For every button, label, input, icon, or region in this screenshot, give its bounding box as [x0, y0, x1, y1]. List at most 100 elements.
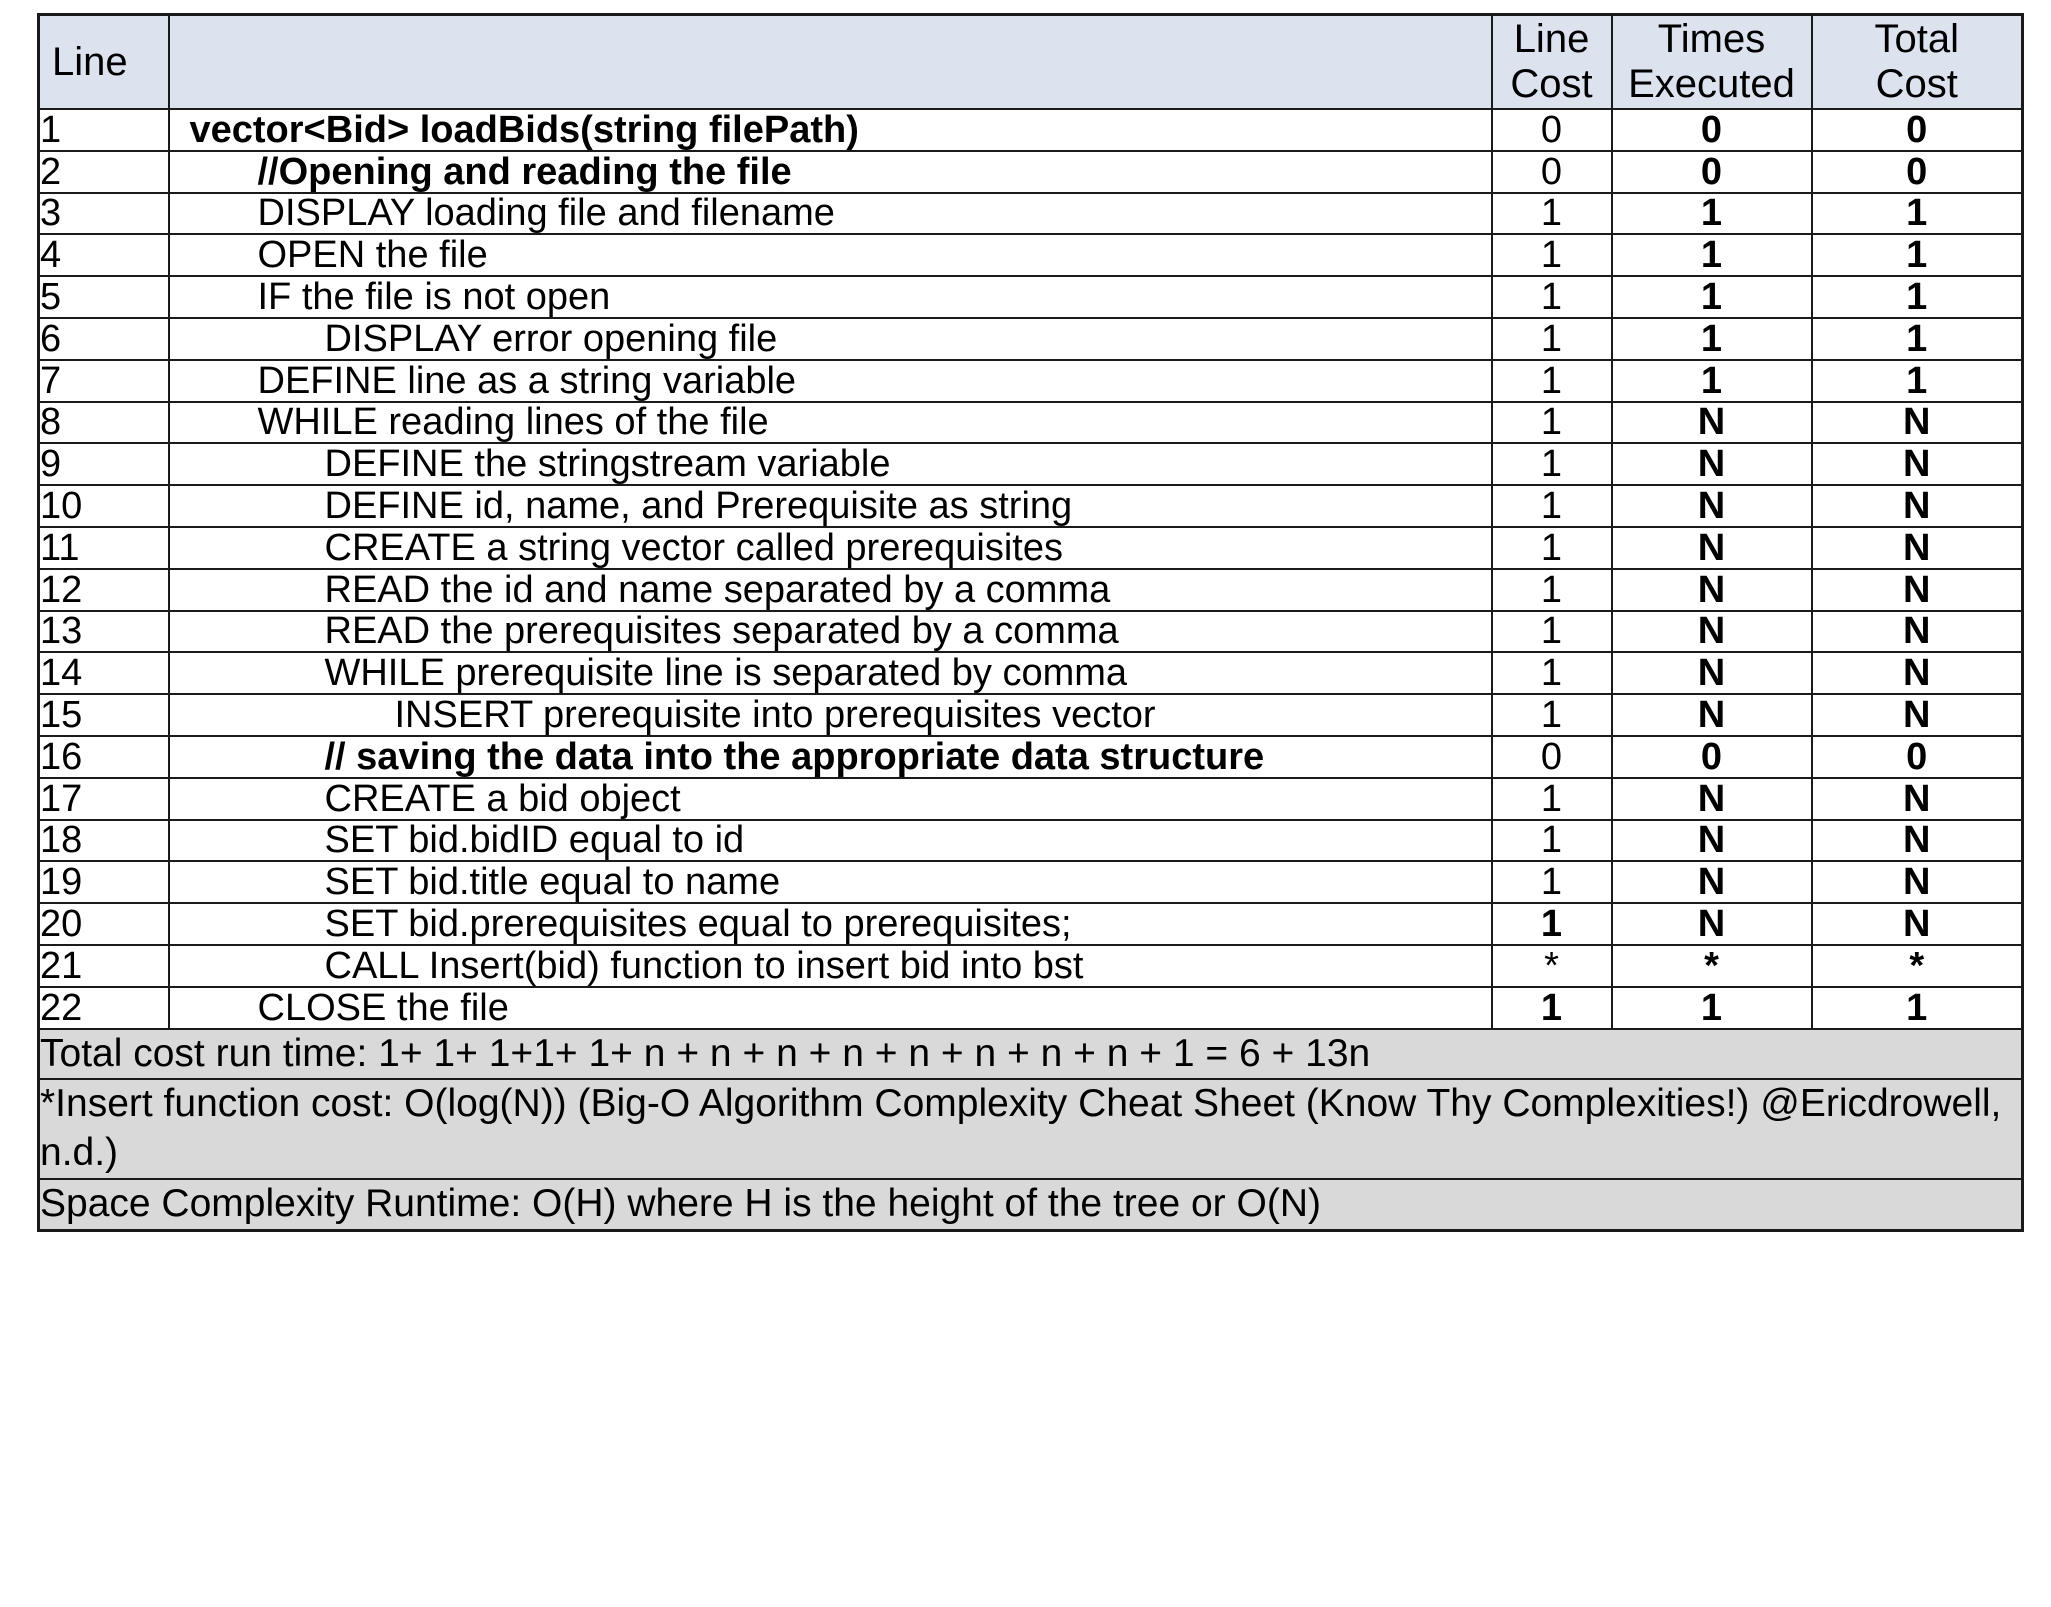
table-row: 14 WHILE prerequisite line is separated b… [37, 651, 2024, 696]
row-times-executed: 1 [1610, 985, 1813, 1030]
row-line-cost: 1 [1490, 651, 1613, 696]
row-line-number: 13 [37, 609, 170, 654]
table-row: 13 READ the prerequisites separated by a … [37, 609, 2024, 654]
row-line-number: 12 [37, 567, 170, 612]
row-line-cost: 1 [1490, 776, 1613, 821]
row-line-number: 6 [37, 316, 170, 361]
row-line-number: 19 [37, 860, 170, 905]
table-row: 19 SET bid.title equal to name 1 N N [37, 860, 2024, 905]
row-line-number: 22 [37, 985, 170, 1030]
row-pseudocode: READ the prerequisites separated by a co… [167, 609, 1493, 654]
row-times-executed: N [1610, 693, 1813, 737]
row-pseudocode: SET bid.prerequisites equal to prerequis… [167, 902, 1493, 946]
row-pseudocode-text: DEFINE id, name, and Prerequisite as str… [324, 485, 1073, 528]
row-times-executed: N [1610, 651, 1813, 696]
table-row: 16 // saving the data into the appropriat… [37, 734, 2024, 779]
row-total-cost: N [1810, 860, 2024, 905]
table-row: 22 CLOSE the file 1 1 1 [37, 985, 2024, 1030]
table-row: 5 IF the file is not open 1 1 1 [37, 275, 2024, 319]
row-line-number: 9 [37, 442, 170, 487]
row-pseudocode: CREATE a bid object [167, 776, 1493, 821]
table-row: 6 DISPLAY error opening file 1 1 1 [37, 316, 2024, 361]
column-header-line-cost-line2: Cost [1510, 62, 1593, 106]
row-pseudocode-text: //Opening and reading the file [257, 150, 792, 193]
row-pseudocode: CALL Insert(bid) function to insert bid … [167, 943, 1493, 988]
row-times-executed: N [1610, 400, 1813, 445]
row-times-executed: N [1610, 525, 1813, 570]
row-pseudocode-text: IF the file is not open [257, 276, 611, 319]
table-row: 7 DEFINE line as a string variable 1 1 1 [37, 358, 2024, 403]
row-times-executed: N [1610, 776, 1813, 821]
row-pseudocode-text: CLOSE the file [257, 986, 509, 1029]
table-row: 17 CREATE a bid object 1 N N [37, 776, 2024, 821]
row-pseudocode: SET bid.title equal to name [167, 860, 1493, 905]
row-line-cost: 1 [1490, 191, 1613, 236]
row-times-executed: 1 [1610, 275, 1813, 319]
table-row: 21 CALL Insert(bid) function to insert bi… [37, 943, 2024, 988]
column-header-times-executed-line2: Executed [1628, 62, 1795, 106]
row-line-cost: 1 [1490, 902, 1613, 946]
row-pseudocode: IF the file is not open [167, 275, 1493, 319]
row-line-cost: 1 [1490, 525, 1613, 570]
row-line-number: 3 [37, 191, 170, 236]
algorithm-cost-table: Line Line Cost Times Executed Total Cost [37, 13, 2024, 1232]
row-pseudocode-text: DEFINE the stringstream variable [324, 443, 891, 486]
row-line-cost: 1 [1490, 442, 1613, 487]
row-times-executed: N [1610, 902, 1813, 946]
row-line-number: 8 [37, 400, 170, 445]
table-row: 15 INSERT prerequisite into prerequisites… [37, 693, 2024, 737]
row-total-cost: N [1810, 525, 2024, 570]
row-total-cost: N [1810, 902, 2024, 946]
row-pseudocode-text: CREATE a bid object [324, 777, 681, 820]
row-total-cost: N [1810, 651, 2024, 696]
row-line-cost: 1 [1490, 567, 1613, 612]
row-times-executed: N [1610, 484, 1813, 528]
row-line-cost: 0 [1490, 108, 1613, 152]
row-line-cost: 1 [1490, 818, 1613, 863]
row-line-number: 16 [37, 734, 170, 779]
row-pseudocode: DEFINE the stringstream variable [167, 442, 1493, 487]
row-line-number: 15 [37, 693, 170, 737]
row-pseudocode: DISPLAY loading file and filename [167, 191, 1493, 236]
row-pseudocode: DEFINE line as a string variable [167, 358, 1493, 403]
table-row: 4 OPEN the file 1 1 1 [37, 233, 2024, 278]
table-row: 20 SET bid.prerequisites equal to prerequ… [37, 902, 2024, 946]
row-total-cost: * [1810, 943, 2024, 988]
row-line-cost: 1 [1490, 985, 1613, 1030]
row-total-cost: 1 [1810, 191, 2024, 236]
row-times-executed: 0 [1610, 108, 1813, 152]
row-total-cost: N [1810, 442, 2024, 487]
row-total-cost: 0 [1810, 108, 2024, 152]
header-row: Line Line Cost Times Executed Total Cost [37, 13, 2024, 110]
table-row: 18 SET bid.bidID equal to id 1 N N [37, 818, 2024, 863]
total-cost-run-time-cell: Total cost run time: 1+ 1+ 1+1+ 1+ n + n… [37, 1027, 2024, 1081]
row-line-cost: 1 [1490, 400, 1613, 445]
row-line-number: 17 [37, 776, 170, 821]
table-body: 1 vector<Bid> loadBids(string filePath) 0 0… [37, 108, 2024, 1030]
row-line-number: 21 [37, 943, 170, 988]
row-pseudocode: DISPLAY error opening file [167, 316, 1493, 361]
row-pseudocode: SET bid.bidID equal to id [167, 818, 1493, 863]
row-line-number: 10 [37, 484, 170, 528]
table-row: 11 CREATE a string vector called prerequi… [37, 525, 2024, 570]
row-times-executed: N [1610, 818, 1813, 863]
column-header-times-executed: Times Executed [1610, 13, 1813, 110]
row-pseudocode: OPEN the file [167, 233, 1493, 278]
row-total-cost: N [1810, 567, 2024, 612]
row-pseudocode: // saving the data into the appropriate … [167, 734, 1493, 779]
row-line-cost: 1 [1490, 860, 1613, 905]
row-pseudocode: CREATE a string vector called prerequisi… [167, 525, 1493, 570]
table-row: 3 DISPLAY loading file and filename 1 1 1 [37, 191, 2024, 236]
column-header-line-cost: Line Cost [1490, 13, 1613, 110]
row-pseudocode-text: READ the id and name separated by a comm… [324, 568, 1111, 611]
row-total-cost: N [1810, 400, 2024, 445]
row-pseudocode-text: CREATE a string vector called prerequisi… [324, 526, 1063, 569]
row-total-cost: 1 [1810, 316, 2024, 361]
row-pseudocode-text: READ the prerequisites separated by a co… [324, 610, 1119, 653]
row-total-cost: N [1810, 484, 2024, 528]
column-header-times-executed-line1: Times [1657, 17, 1766, 62]
row-pseudocode: WHILE reading lines of the file [167, 400, 1493, 445]
row-pseudocode-text: DISPLAY loading file and filename [257, 192, 835, 235]
row-pseudocode: READ the id and name separated by a comm… [167, 567, 1493, 612]
insert-function-cost-bold-text: *Insert function cost: O(log(N)) [40, 1082, 567, 1126]
